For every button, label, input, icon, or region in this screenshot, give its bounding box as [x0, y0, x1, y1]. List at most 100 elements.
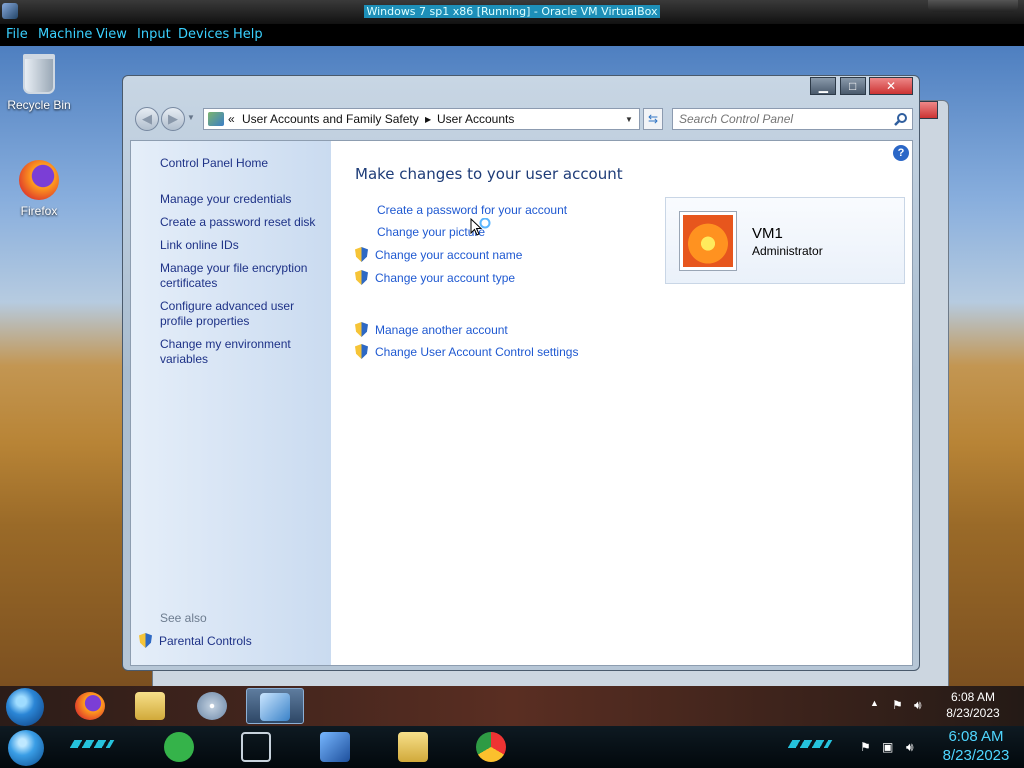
search-input[interactable] [679, 109, 889, 129]
breadcrumb-separator-icon[interactable]: ▶ [425, 115, 431, 124]
host-window-controls[interactable] [928, 0, 1018, 12]
address-dropdown-icon[interactable]: ▼ [625, 115, 633, 124]
change-picture-link[interactable]: Change your picture [355, 225, 485, 239]
parental-controls-label: Parental Controls [159, 634, 252, 648]
breadcrumb-user-accounts[interactable]: User Accounts [437, 112, 514, 126]
guest-clock-date[interactable]: 8/23/2023 [940, 706, 1006, 720]
uac-shield-icon [355, 322, 368, 337]
window-controls: ▁ □ ✕ [810, 77, 913, 95]
task-label: Manage another account [375, 323, 508, 337]
address-bar[interactable]: « User Accounts and Family Safety ▶ User… [203, 108, 640, 130]
manage-credentials-link[interactable]: Manage your credentials [160, 192, 320, 207]
taskbar-decoration [69, 740, 115, 748]
parental-controls-link[interactable]: Parental Controls [139, 633, 252, 648]
host-menu-machine[interactable]: Machine [38, 27, 92, 42]
account-picture[interactable] [680, 212, 736, 270]
maximize-button[interactable]: □ [839, 77, 866, 95]
host-clock-date[interactable]: 8/23/2023 [938, 747, 1014, 764]
spotify-icon[interactable] [164, 732, 194, 762]
media-player-icon [197, 692, 227, 720]
host-window-title: Windows 7 sp1 x86 [Running] - Oracle VM … [364, 5, 660, 18]
host-menu-file[interactable]: File [6, 27, 28, 42]
search-box[interactable] [672, 108, 913, 130]
password-reset-disk-link[interactable]: Create a password reset disk [160, 215, 320, 230]
forward-button[interactable]: ▶ [161, 107, 185, 131]
uac-shield-icon [139, 633, 152, 648]
firefox-icon [75, 692, 105, 720]
search-icon[interactable] [894, 112, 908, 126]
volume-icon[interactable]: 🔊︎ [914, 698, 922, 713]
host-taskbar: ⚑ ▣ 🔊︎ 6:08 AM 8/23/2023 [0, 726, 1024, 768]
uac-settings-link[interactable]: Change User Account Control settings [355, 344, 578, 359]
account-card: VM1 Administrator [665, 197, 905, 284]
desktop-icon-label: Firefox [20, 204, 58, 218]
account-name: VM1 [752, 225, 783, 242]
taskbar-firefox[interactable] [62, 688, 120, 724]
host-menu-devices[interactable]: Devices [178, 27, 229, 42]
host-menubar: File Machine View Input Devices Help [0, 24, 1024, 46]
navigation-bar: ◀ ▶ ▼ « User Accounts and Family Safety … [131, 104, 913, 134]
account-role: Administrator [752, 244, 823, 258]
change-account-name-link[interactable]: Change your account name [355, 247, 522, 262]
start-button[interactable] [6, 688, 44, 726]
taskbar-control-panel[interactable] [246, 688, 304, 724]
create-password-link[interactable]: Create a password for your account [355, 203, 567, 217]
refresh-button[interactable]: ⇆ [643, 108, 663, 130]
firefox-icon [19, 160, 59, 200]
control-panel-home-link[interactable]: Control Panel Home [160, 156, 320, 171]
folder-icon[interactable] [398, 732, 428, 762]
task-pane: Control Panel Home Manage your credentia… [131, 141, 331, 665]
windows-7-vm-icon[interactable] [320, 732, 350, 762]
host-menu-input[interactable]: Input [137, 27, 171, 42]
recent-pages-icon[interactable]: ▼ [187, 113, 195, 122]
folder-icon [135, 692, 165, 720]
desktop-icon-recycle-bin[interactable]: Recycle Bin [1, 54, 77, 112]
close-button[interactable]: ✕ [869, 77, 913, 95]
taskbar-decoration [787, 740, 833, 748]
minimize-button[interactable]: ▁ [810, 77, 837, 95]
recycle-bin-icon [23, 54, 55, 94]
back-button[interactable]: ◀ [135, 107, 159, 131]
desktop-icon-firefox[interactable]: Firefox [1, 160, 77, 218]
environment-variables-link[interactable]: Change my environment variables [160, 337, 320, 367]
guest-taskbar: ▲ ⚑ 🔊︎ 6:08 AM 8/23/2023 [0, 686, 1024, 726]
host-start-button[interactable] [8, 730, 44, 766]
host-volume-icon[interactable]: 🔊︎ [906, 740, 914, 755]
breadcrumb-family-safety[interactable]: User Accounts and Family Safety [242, 112, 419, 126]
control-panel-icon [260, 693, 290, 721]
control-panel-icon [208, 112, 224, 126]
taskbar-media-player[interactable] [184, 688, 242, 724]
main-pane: ? Make changes to your user account Crea… [331, 141, 913, 665]
file-encryption-link[interactable]: Manage your file encryption certificates [160, 261, 320, 291]
host-menu-view[interactable]: View [96, 27, 127, 42]
host-menu-help[interactable]: Help [233, 27, 263, 42]
host-clock-time[interactable]: 6:08 AM [938, 728, 1014, 745]
manage-another-account-link[interactable]: Manage another account [355, 322, 508, 337]
virtualbox-icon[interactable] [241, 732, 271, 762]
uac-shield-icon [355, 247, 368, 262]
task-label: Change User Account Control settings [375, 345, 579, 359]
advanced-profile-link[interactable]: Configure advanced user profile properti… [160, 299, 320, 329]
host-network-icon[interactable]: ▣ [882, 740, 893, 754]
breadcrumb-overflow[interactable]: « [228, 112, 235, 126]
host-action-center-icon[interactable]: ⚑ [860, 740, 871, 754]
uac-shield-icon [355, 270, 368, 285]
control-panel-content: Control Panel Home Manage your credentia… [130, 140, 913, 666]
help-icon[interactable]: ? [893, 145, 909, 161]
change-account-type-link[interactable]: Change your account type [355, 270, 515, 285]
control-panel-window: ▁ □ ✕ ◀ ▶ ▼ « User Accounts and Family S… [122, 75, 920, 671]
task-label: Change your account type [375, 271, 516, 285]
page-title: Make changes to your user account [355, 165, 623, 183]
chrome-icon[interactable] [476, 732, 506, 762]
busy-cursor-icon [470, 218, 491, 236]
link-online-ids-link[interactable]: Link online IDs [160, 238, 320, 253]
see-also-heading: See also [160, 611, 207, 625]
uac-shield-icon [355, 344, 368, 359]
action-center-icon[interactable]: ⚑ [892, 698, 903, 712]
show-hidden-icons-icon[interactable]: ▲ [870, 698, 879, 708]
task-label: Change your account name [375, 248, 523, 262]
guest-clock-time[interactable]: 6:08 AM [940, 690, 1006, 704]
taskbar-explorer[interactable] [122, 688, 180, 724]
host-titlebar: Windows 7 sp1 x86 [Running] - Oracle VM … [0, 0, 1024, 24]
desktop-icon-label: Recycle Bin [7, 98, 71, 112]
